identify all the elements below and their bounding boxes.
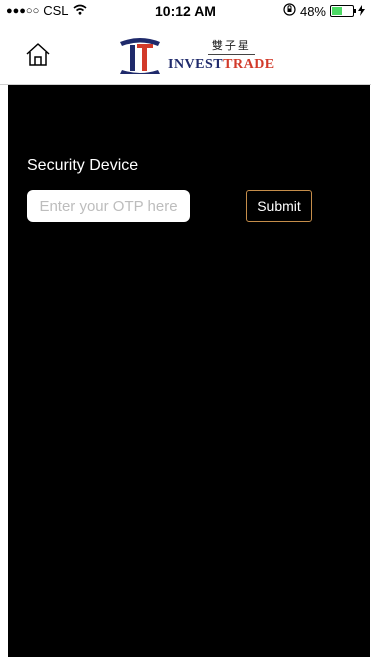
- status-right: 48%: [283, 3, 365, 19]
- investrade-logo-mark: [120, 38, 160, 74]
- logo-en-trade: TRADE: [223, 57, 275, 72]
- home-icon: [26, 43, 50, 66]
- orientation-lock-icon: [283, 3, 296, 19]
- submit-button[interactable]: Submit: [246, 190, 312, 222]
- security-device-label: Security Device: [27, 157, 139, 174]
- logo-text: 雙子星 INVESTTRADE: [168, 37, 275, 73]
- main-content: Security Device Submit: [8, 85, 370, 657]
- logo-english-name: INVESTTRADE: [168, 57, 275, 73]
- app-header: 雙子星 INVESTTRADE: [0, 20, 371, 85]
- otp-input[interactable]: [27, 190, 190, 222]
- home-button[interactable]: [24, 40, 52, 68]
- battery-icon: [330, 5, 356, 17]
- app-logo: 雙子星 INVESTTRADE: [118, 36, 275, 74]
- logo-chinese-name: 雙子星: [207, 37, 255, 55]
- battery-percent: 48%: [299, 3, 326, 19]
- logo-en-invest: INVEST: [168, 57, 224, 72]
- charging-icon: [358, 4, 365, 19]
- status-bar: ●●●○○ CSL 10:12 AM 48%: [0, 0, 371, 20]
